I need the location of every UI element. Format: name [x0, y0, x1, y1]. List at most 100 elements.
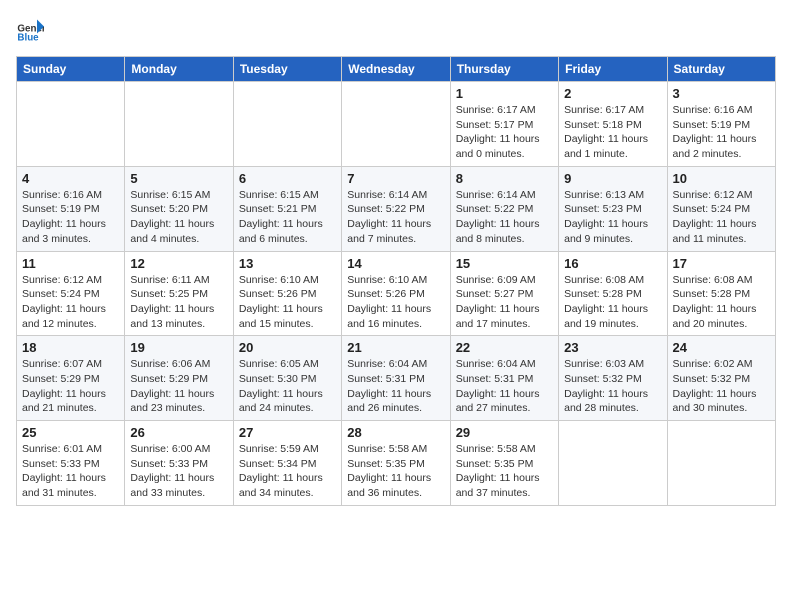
day-info: Sunrise: 6:15 AM Sunset: 5:20 PM Dayligh…	[130, 188, 227, 247]
calendar-cell: 5 Sunrise: 6:15 AM Sunset: 5:20 PM Daylig…	[125, 166, 233, 251]
calendar-cell: 9Sunrise: 6:13 AM Sunset: 5:23 PM Daylig…	[559, 166, 667, 251]
day-info: Sunrise: 6:10 AM Sunset: 5:26 PM Dayligh…	[239, 273, 336, 332]
day-number: 23	[564, 340, 661, 355]
header: General Blue	[16, 16, 776, 44]
calendar-cell: 13 Sunrise: 6:10 AM Sunset: 5:26 PM Dayli…	[233, 251, 341, 336]
week-row-2: 4 Sunrise: 6:16 AM Sunset: 5:19 PM Daylig…	[17, 166, 776, 251]
day-number: 17	[673, 256, 770, 271]
week-row-4: 18Sunrise: 6:07 AM Sunset: 5:29 PM Dayli…	[17, 336, 776, 421]
svg-text:Blue: Blue	[17, 33, 39, 44]
week-row-1: 1 Sunrise: 6:17 AM Sunset: 5:17 PM Daylig…	[17, 82, 776, 167]
week-row-3: 11 Sunrise: 6:12 AM Sunset: 5:24 PM Dayli…	[17, 251, 776, 336]
day-info: Sunrise: 6:17 AM Sunset: 5:17 PM Dayligh…	[456, 103, 553, 162]
day-number: 22	[456, 340, 553, 355]
weekday-saturday: Saturday	[667, 57, 775, 82]
day-info: Sunrise: 6:11 AM Sunset: 5:25 PM Dayligh…	[130, 273, 227, 332]
day-number: 7	[347, 171, 444, 186]
day-info: Sunrise: 6:04 AM Sunset: 5:31 PM Dayligh…	[456, 357, 553, 416]
calendar-cell: 21 Sunrise: 6:04 AM Sunset: 5:31 PM Dayli…	[342, 336, 450, 421]
day-info: Sunrise: 5:59 AM Sunset: 5:34 PM Dayligh…	[239, 442, 336, 501]
day-number: 16	[564, 256, 661, 271]
day-info: Sunrise: 6:16 AM Sunset: 5:19 PM Dayligh…	[673, 103, 770, 162]
day-info: Sunrise: 6:00 AM Sunset: 5:33 PM Dayligh…	[130, 442, 227, 501]
calendar-cell: 2 Sunrise: 6:17 AM Sunset: 5:18 PM Daylig…	[559, 82, 667, 167]
calendar-cell: 12 Sunrise: 6:11 AM Sunset: 5:25 PM Dayli…	[125, 251, 233, 336]
calendar-cell: 11 Sunrise: 6:12 AM Sunset: 5:24 PM Dayli…	[17, 251, 125, 336]
calendar-cell	[342, 82, 450, 167]
day-number: 6	[239, 171, 336, 186]
day-number: 12	[130, 256, 227, 271]
calendar-cell: 16 Sunrise: 6:08 AM Sunset: 5:28 PM Dayli…	[559, 251, 667, 336]
day-info: Sunrise: 6:12 AM Sunset: 5:24 PM Dayligh…	[22, 273, 119, 332]
day-number: 13	[239, 256, 336, 271]
weekday-tuesday: Tuesday	[233, 57, 341, 82]
day-number: 4	[22, 171, 119, 186]
calendar-cell: 14 Sunrise: 6:10 AM Sunset: 5:26 PM Dayli…	[342, 251, 450, 336]
calendar-cell: 27 Sunrise: 5:59 AM Sunset: 5:34 PM Dayli…	[233, 421, 341, 506]
day-info: Sunrise: 6:05 AM Sunset: 5:30 PM Dayligh…	[239, 357, 336, 416]
weekday-thursday: Thursday	[450, 57, 558, 82]
day-number: 27	[239, 425, 336, 440]
calendar-cell: 4 Sunrise: 6:16 AM Sunset: 5:19 PM Daylig…	[17, 166, 125, 251]
calendar-cell: 26 Sunrise: 6:00 AM Sunset: 5:33 PM Dayli…	[125, 421, 233, 506]
day-number: 26	[130, 425, 227, 440]
calendar-cell: 7 Sunrise: 6:14 AM Sunset: 5:22 PM Daylig…	[342, 166, 450, 251]
calendar-cell: 28Sunrise: 5:58 AM Sunset: 5:35 PM Dayli…	[342, 421, 450, 506]
weekday-wednesday: Wednesday	[342, 57, 450, 82]
day-info: Sunrise: 6:17 AM Sunset: 5:18 PM Dayligh…	[564, 103, 661, 162]
calendar-cell	[125, 82, 233, 167]
calendar-cell: 6Sunrise: 6:15 AM Sunset: 5:21 PM Daylig…	[233, 166, 341, 251]
day-number: 15	[456, 256, 553, 271]
day-number: 21	[347, 340, 444, 355]
calendar-cell: 24 Sunrise: 6:02 AM Sunset: 5:32 PM Dayli…	[667, 336, 775, 421]
calendar-cell: 1 Sunrise: 6:17 AM Sunset: 5:17 PM Daylig…	[450, 82, 558, 167]
day-number: 1	[456, 86, 553, 101]
calendar-cell	[667, 421, 775, 506]
week-row-5: 25 Sunrise: 6:01 AM Sunset: 5:33 PM Dayli…	[17, 421, 776, 506]
day-info: Sunrise: 6:16 AM Sunset: 5:19 PM Dayligh…	[22, 188, 119, 247]
weekday-header-row: SundayMondayTuesdayWednesdayThursdayFrid…	[17, 57, 776, 82]
day-number: 10	[673, 171, 770, 186]
day-info: Sunrise: 6:02 AM Sunset: 5:32 PM Dayligh…	[673, 357, 770, 416]
logo-icon: General Blue	[16, 16, 44, 44]
day-info: Sunrise: 6:08 AM Sunset: 5:28 PM Dayligh…	[564, 273, 661, 332]
day-info: Sunrise: 6:08 AM Sunset: 5:28 PM Dayligh…	[673, 273, 770, 332]
day-info: Sunrise: 6:13 AM Sunset: 5:23 PM Dayligh…	[564, 188, 661, 247]
day-info: Sunrise: 6:12 AM Sunset: 5:24 PM Dayligh…	[673, 188, 770, 247]
day-info: Sunrise: 6:01 AM Sunset: 5:33 PM Dayligh…	[22, 442, 119, 501]
day-number: 2	[564, 86, 661, 101]
calendar-cell: 19 Sunrise: 6:06 AM Sunset: 5:29 PM Dayli…	[125, 336, 233, 421]
weekday-friday: Friday	[559, 57, 667, 82]
day-number: 18	[22, 340, 119, 355]
day-info: Sunrise: 6:14 AM Sunset: 5:22 PM Dayligh…	[456, 188, 553, 247]
day-number: 5	[130, 171, 227, 186]
day-number: 8	[456, 171, 553, 186]
day-info: Sunrise: 5:58 AM Sunset: 5:35 PM Dayligh…	[456, 442, 553, 501]
day-number: 3	[673, 86, 770, 101]
calendar-table: SundayMondayTuesdayWednesdayThursdayFrid…	[16, 56, 776, 506]
calendar-cell	[17, 82, 125, 167]
calendar-cell	[559, 421, 667, 506]
calendar-cell: 29 Sunrise: 5:58 AM Sunset: 5:35 PM Dayli…	[450, 421, 558, 506]
day-info: Sunrise: 6:04 AM Sunset: 5:31 PM Dayligh…	[347, 357, 444, 416]
calendar-cell: 17 Sunrise: 6:08 AM Sunset: 5:28 PM Dayli…	[667, 251, 775, 336]
calendar-cell: 8 Sunrise: 6:14 AM Sunset: 5:22 PM Daylig…	[450, 166, 558, 251]
day-number: 29	[456, 425, 553, 440]
day-info: Sunrise: 6:09 AM Sunset: 5:27 PM Dayligh…	[456, 273, 553, 332]
day-number: 19	[130, 340, 227, 355]
day-number: 25	[22, 425, 119, 440]
day-number: 28	[347, 425, 444, 440]
weekday-sunday: Sunday	[17, 57, 125, 82]
calendar-cell: 10 Sunrise: 6:12 AM Sunset: 5:24 PM Dayli…	[667, 166, 775, 251]
weekday-monday: Monday	[125, 57, 233, 82]
calendar-cell: 23 Sunrise: 6:03 AM Sunset: 5:32 PM Dayli…	[559, 336, 667, 421]
day-info: Sunrise: 6:14 AM Sunset: 5:22 PM Dayligh…	[347, 188, 444, 247]
calendar-cell: 20Sunrise: 6:05 AM Sunset: 5:30 PM Dayli…	[233, 336, 341, 421]
day-number: 11	[22, 256, 119, 271]
day-info: Sunrise: 6:03 AM Sunset: 5:32 PM Dayligh…	[564, 357, 661, 416]
day-number: 24	[673, 340, 770, 355]
day-number: 14	[347, 256, 444, 271]
day-info: Sunrise: 6:10 AM Sunset: 5:26 PM Dayligh…	[347, 273, 444, 332]
day-info: Sunrise: 6:06 AM Sunset: 5:29 PM Dayligh…	[130, 357, 227, 416]
calendar-cell: 22 Sunrise: 6:04 AM Sunset: 5:31 PM Dayli…	[450, 336, 558, 421]
